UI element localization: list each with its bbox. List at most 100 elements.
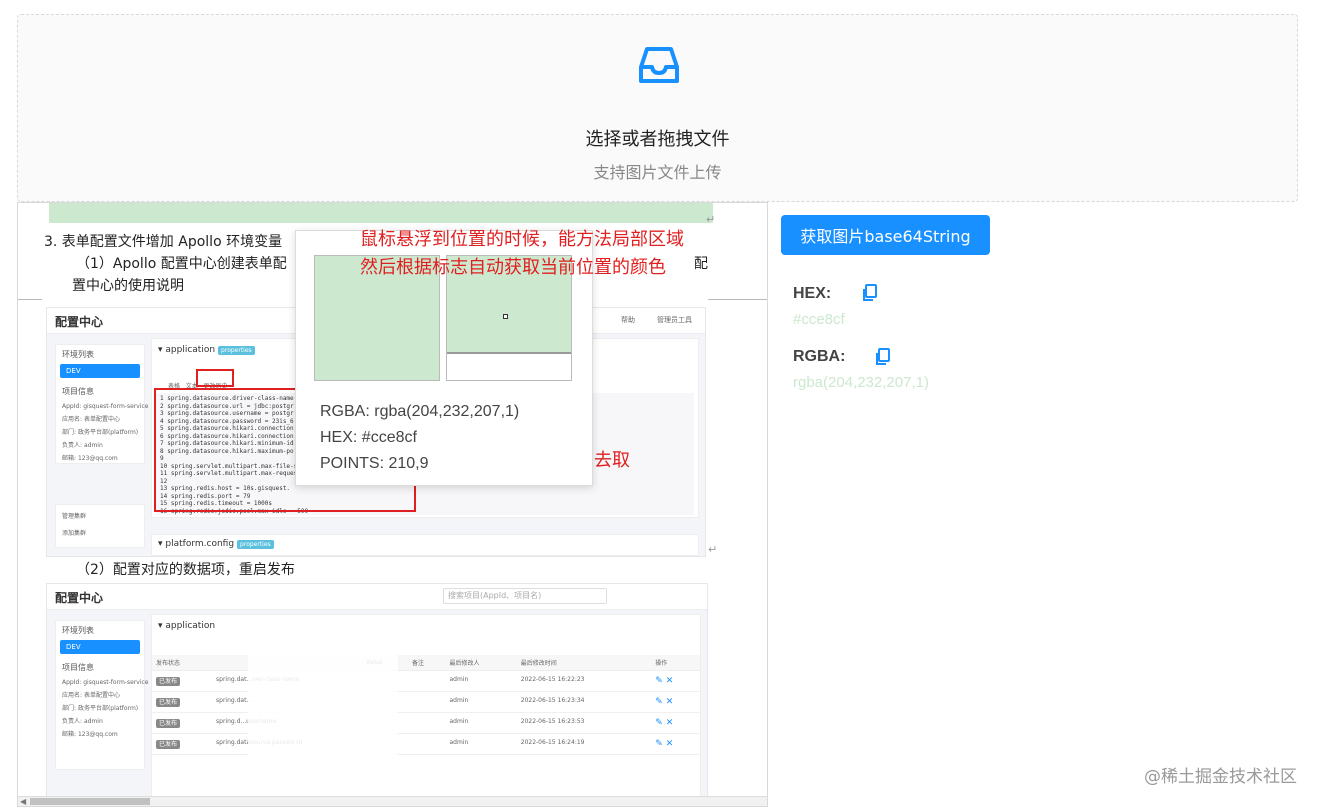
blur-overlay	[248, 643, 398, 803]
doc-line-3: 置中心的使用说明	[72, 278, 184, 294]
ops-cell: ✎ ✕	[651, 670, 700, 692]
ops-cell: ✎ ✕	[651, 733, 700, 755]
delete-icon[interactable]: ✕	[666, 718, 674, 728]
col-time: 最后修改时间	[516, 655, 652, 671]
crosshair-icon	[503, 314, 508, 319]
mock-admin-tools: 管理员工具	[657, 316, 692, 324]
upload-dropzone[interactable]: 选择或者拖拽文件 支持图片文件上传	[17, 14, 1298, 202]
doc-line-4: （2）配置对应的数据项，重启发布	[76, 562, 295, 578]
note-cell	[407, 712, 446, 734]
hex-value: #cce8cf	[793, 311, 845, 328]
doc-line-2-tail: 配	[694, 256, 708, 272]
mock-project-info: 项目信息	[62, 387, 94, 396]
mock-info-appid: AppId: gisquest-form-service	[62, 403, 149, 410]
annotation-fragment: 去取	[594, 450, 630, 471]
mock2-info-appid: AppId: gisquest-form-service	[62, 679, 149, 686]
mock2-info-owner: 负责人: admin	[62, 718, 103, 725]
mock-platform-title: ▾ platform.config properties	[158, 539, 274, 549]
copy-hex-icon[interactable]	[862, 284, 878, 302]
status-cell: 已发布	[152, 712, 213, 734]
mock2-config-table: 发布状态 Value 备注 最后修改人 最后修改时间 操作 已发布spring.…	[152, 655, 700, 755]
note-cell	[407, 733, 446, 755]
status-badge: 已发布	[156, 677, 181, 686]
mock-title: 配置中心	[55, 315, 104, 329]
mock2-env-dev: DEV	[60, 640, 140, 654]
scroll-thumb[interactable]	[30, 798, 150, 805]
note-cell	[407, 691, 446, 713]
edit-icon[interactable]: ✎	[655, 739, 665, 749]
edit-icon[interactable]: ✎	[655, 697, 665, 707]
edit-icon[interactable]: ✎	[655, 676, 665, 686]
mock-app-title: ▾ application properties	[158, 345, 255, 355]
mock-env-panel: 环境列表 DEV 项目信息 AppId: gisquest-form-servi…	[55, 344, 149, 464]
magnifier-rgba: RGBA: rgba(204,232,207,1)	[320, 403, 520, 420]
mock2-search: 搜索项目(AppId、项目名)	[443, 588, 607, 604]
status-cell: 已发布	[152, 691, 213, 713]
hex-label: HEX:	[793, 285, 832, 302]
mock2-app-title: ▾ application	[158, 621, 216, 631]
magnifier-points: POINTS: 210,9	[320, 455, 429, 472]
mock2-title: 配置中心	[55, 591, 104, 605]
rgba-value: rgba(204,232,207,1)	[793, 374, 929, 391]
status-badge: 已发布	[156, 698, 181, 707]
paragraph-mark: ↵	[706, 213, 716, 226]
paragraph-mark-2: ↵	[708, 543, 718, 556]
ops-cell: ✎ ✕	[651, 691, 700, 713]
mock-cluster-panel: 管理集群 添加集群	[55, 504, 145, 548]
note-cell	[407, 670, 446, 692]
mock-platform-panel: ▾ platform.config properties	[151, 534, 699, 556]
col-status: 发布状态	[152, 655, 213, 671]
time-cell: 2022-06-15 16:22:23	[516, 670, 652, 692]
mock2-env-title: 环境列表	[62, 626, 94, 635]
upload-title: 选择或者拖拽文件	[585, 129, 730, 150]
horizontal-scrollbar[interactable]: ◀	[18, 796, 767, 806]
col-note: 备注	[407, 655, 446, 671]
doc-line-2: （1）Apollo 配置中心创建表单配	[76, 256, 287, 272]
doc-heading: 3. 表单配置文件增加 Apollo 环境变量	[44, 234, 283, 250]
upload-hint: 支持图片文件上传	[593, 163, 722, 182]
delete-icon[interactable]: ✕	[666, 739, 674, 749]
zoom-edge	[447, 352, 571, 354]
col-modifier: 最后修改人	[445, 655, 517, 671]
mock-info-app: 应用名: 表单配置中心	[62, 416, 120, 423]
table-row: 已发布 spring.dat... admin 2022-06-15 16:23:34…	[152, 691, 700, 713]
mock2-env-panel: 环境列表 DEV 项目信息 AppId: gisquest-form-servi…	[55, 620, 149, 770]
rgba-label: RGBA:	[793, 348, 846, 365]
status-badge: 已发布	[156, 740, 181, 749]
mock-env-title: 环境列表	[62, 350, 94, 359]
time-cell: 2022-06-15 16:23:34	[516, 691, 652, 713]
annotation-line-2: 然后根据标志自动获取当前位置的颜色	[360, 257, 666, 278]
edit-icon[interactable]: ✎	[655, 718, 665, 728]
mock-manage-cluster: 管理集群	[62, 513, 87, 520]
page-edge-left	[18, 299, 42, 300]
table-row: 已发布spring.dat...iver-class-nameadmin2022…	[152, 670, 700, 692]
inbox-icon	[639, 47, 679, 83]
mock-info-dept: 部门: 政务平台部(platform)	[62, 429, 139, 436]
mock-info-email: 邮箱: 123@qq.com	[62, 455, 118, 462]
mock-info-owner: 负责人: admin	[62, 442, 103, 449]
magnifier-hex: HEX: #cce8cf	[320, 429, 417, 446]
tab-highlight-box	[196, 369, 234, 387]
table-row: 已发布spring.datasource.passwo rdadmin2022-…	[152, 733, 700, 755]
delete-icon[interactable]: ✕	[666, 697, 674, 707]
col-ops: 操作	[651, 655, 700, 671]
green-highlight	[49, 203, 713, 223]
mock2-topbar: 配置中心 搜索项目(AppId、项目名)	[47, 584, 707, 610]
delete-icon[interactable]: ✕	[666, 676, 674, 686]
annotation-line-1: 鼠标悬浮到位置的时候，能方法局部区域	[360, 229, 684, 250]
status-cell: 已发布	[152, 733, 213, 755]
mock2-app-panel: ▾ application 发布状态 Value 备注 最后修改人 最后修改时间…	[151, 614, 701, 806]
time-cell: 2022-06-15 16:23:53	[516, 712, 652, 734]
modifier-cell: admin	[445, 733, 517, 755]
table-row: 已发布 spring.d...username admin 2022-06-15 16…	[152, 712, 700, 734]
mock2-table-wrap: 发布状态 Value 备注 最后修改人 最后修改时间 操作 已发布spring.…	[152, 655, 700, 755]
time-cell: 2022-06-15 16:24:19	[516, 733, 652, 755]
mock-add-cluster: 添加集群	[62, 530, 87, 537]
mock2-info-dept: 部门: 政务平台部(platform)	[62, 705, 139, 712]
ops-cell: ✎ ✕	[651, 712, 700, 734]
mock2-project-info: 项目信息	[62, 663, 94, 672]
mock-help: 帮助	[621, 316, 635, 324]
scroll-left-icon[interactable]: ◀	[20, 797, 26, 806]
get-base64-button[interactable]: 获取图片base64String	[781, 215, 990, 255]
copy-rgba-icon[interactable]	[875, 348, 891, 366]
